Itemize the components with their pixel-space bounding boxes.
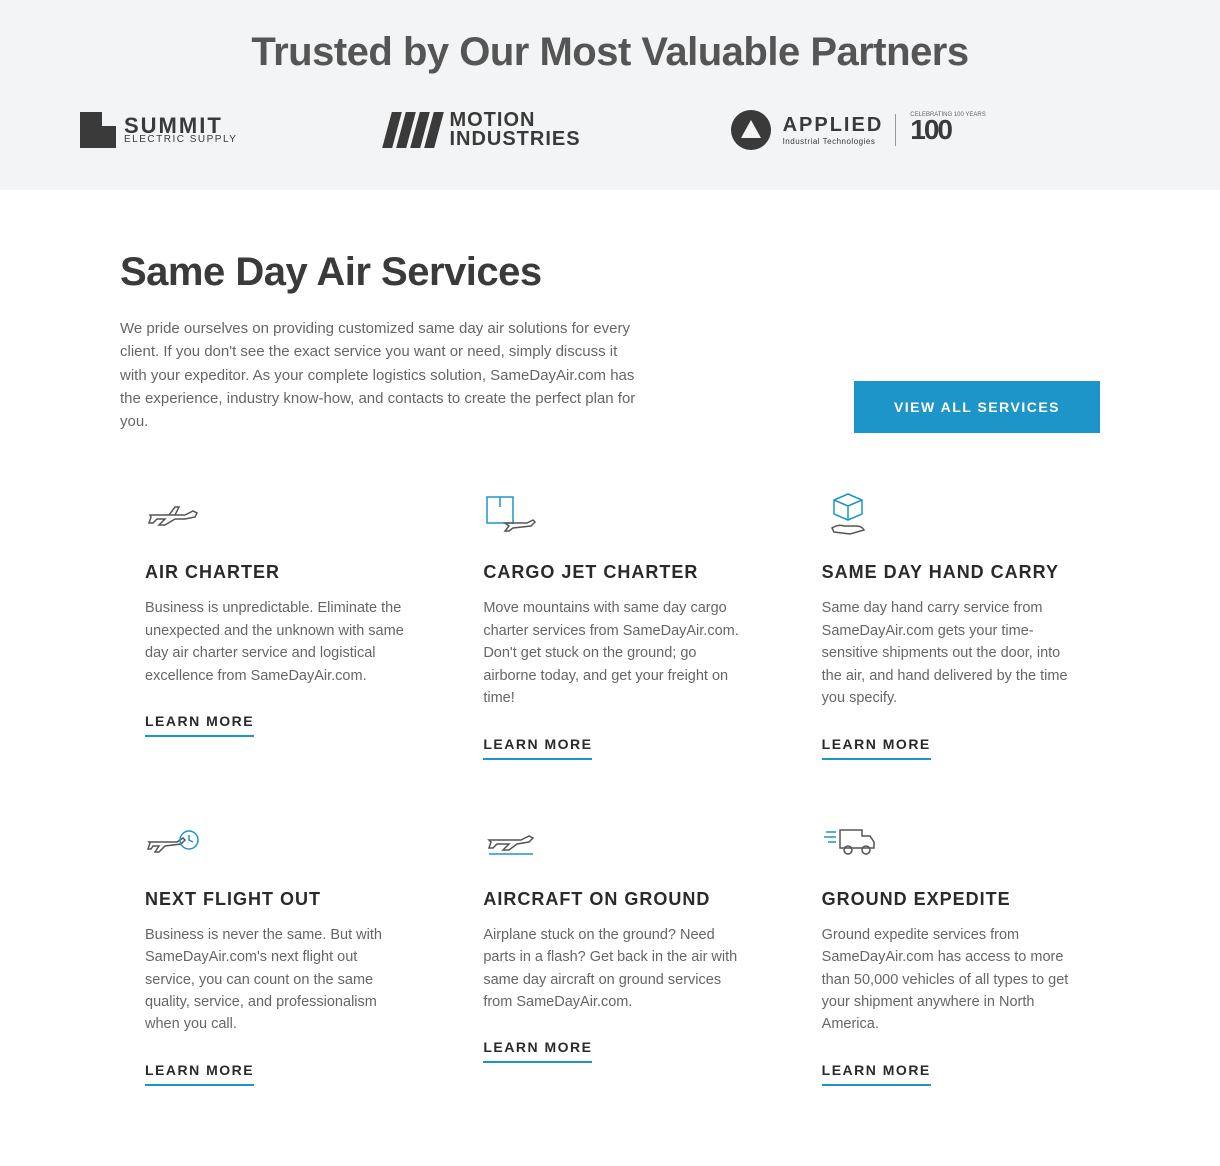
service-description: Business is never the same. But with Sam… (145, 924, 405, 1036)
partner-logos: SUMMIT ELECTRIC SUPPLY MOTION INDUSTRIES… (60, 110, 1160, 150)
summit-logo-name: SUMMIT (124, 116, 237, 136)
service-card-aircraft-on-ground: AIRCRAFT ON GROUND Airplane stuck on the… (483, 815, 761, 1086)
service-card-cargo-jet-charter: CARGO JET CHARTER Move mountains with sa… (483, 488, 761, 759)
airplane-icon (145, 488, 423, 540)
service-card-air-charter: AIR CHARTER Business is unpredictable. E… (145, 488, 423, 759)
learn-more-link[interactable]: LEARN MORE (822, 1062, 931, 1086)
service-description: Ground expedite services from SameDayAir… (822, 924, 1082, 1036)
applied-logo-name: APPLIED (783, 114, 884, 137)
applied-logo-sub: Industrial Technologies (783, 137, 884, 146)
services-title: Same Day Air Services (120, 250, 640, 295)
learn-more-link[interactable]: LEARN MORE (483, 736, 592, 760)
service-description: Move mountains with same day cargo chart… (483, 597, 743, 709)
learn-more-link[interactable]: LEARN MORE (822, 736, 931, 760)
summit-logo-mark-icon (80, 112, 116, 148)
partners-section: Trusted by Our Most Valuable Partners SU… (0, 0, 1220, 190)
service-title: CARGO JET CHARTER (483, 562, 761, 583)
summit-logo: SUMMIT ELECTRIC SUPPLY (80, 112, 237, 148)
airplane-clock-icon (145, 815, 423, 867)
learn-more-link[interactable]: LEARN MORE (483, 1039, 592, 1063)
services-grid: AIR CHARTER Business is unpredictable. E… (120, 488, 1100, 1086)
service-card-ground-expedite: GROUND EXPEDITE Ground expedite services… (822, 815, 1100, 1086)
airplane-landing-icon (483, 815, 761, 867)
service-description: Same day hand carry service from SameDay… (822, 597, 1082, 709)
service-title: GROUND EXPEDITE (822, 889, 1100, 910)
box-airplane-icon (483, 488, 761, 540)
service-card-next-flight-out: NEXT FLIGHT OUT Business is never the sa… (145, 815, 423, 1086)
service-title: AIR CHARTER (145, 562, 423, 583)
services-section: Same Day Air Services We pride ourselves… (0, 190, 1220, 1166)
partners-heading: Trusted by Our Most Valuable Partners (60, 30, 1160, 75)
applied-logo-mark-icon (731, 110, 771, 150)
services-header: Same Day Air Services We pride ourselves… (120, 250, 1100, 433)
service-card-hand-carry: SAME DAY HAND CARRY Same day hand carry … (822, 488, 1100, 759)
package-hand-icon (822, 488, 1100, 540)
motion-logo-mark-icon (383, 112, 445, 148)
applied-logo: APPLIED Industrial Technologies CELEBRAT… (731, 110, 951, 150)
services-description: We pride ourselves on providing customiz… (120, 317, 640, 433)
service-title: AIRCRAFT ON GROUND (483, 889, 761, 910)
motion-logo: MOTION INDUSTRIES (387, 111, 580, 149)
service-description: Airplane stuck on the ground? Need parts… (483, 924, 743, 1014)
learn-more-link[interactable]: LEARN MORE (145, 713, 254, 737)
learn-more-link[interactable]: LEARN MORE (145, 1062, 254, 1086)
view-all-services-button[interactable]: VIEW ALL SERVICES (854, 381, 1100, 433)
service-description: Business is unpredictable. Eliminate the… (145, 597, 405, 687)
motion-logo-l2: INDUSTRIES (449, 130, 580, 149)
fast-truck-icon (822, 815, 1100, 867)
summit-logo-sub: ELECTRIC SUPPLY (124, 135, 237, 144)
service-title: SAME DAY HAND CARRY (822, 562, 1100, 583)
applied-logo-badge: CELEBRATING 100 YEARS 100 (895, 114, 951, 146)
service-title: NEXT FLIGHT OUT (145, 889, 423, 910)
